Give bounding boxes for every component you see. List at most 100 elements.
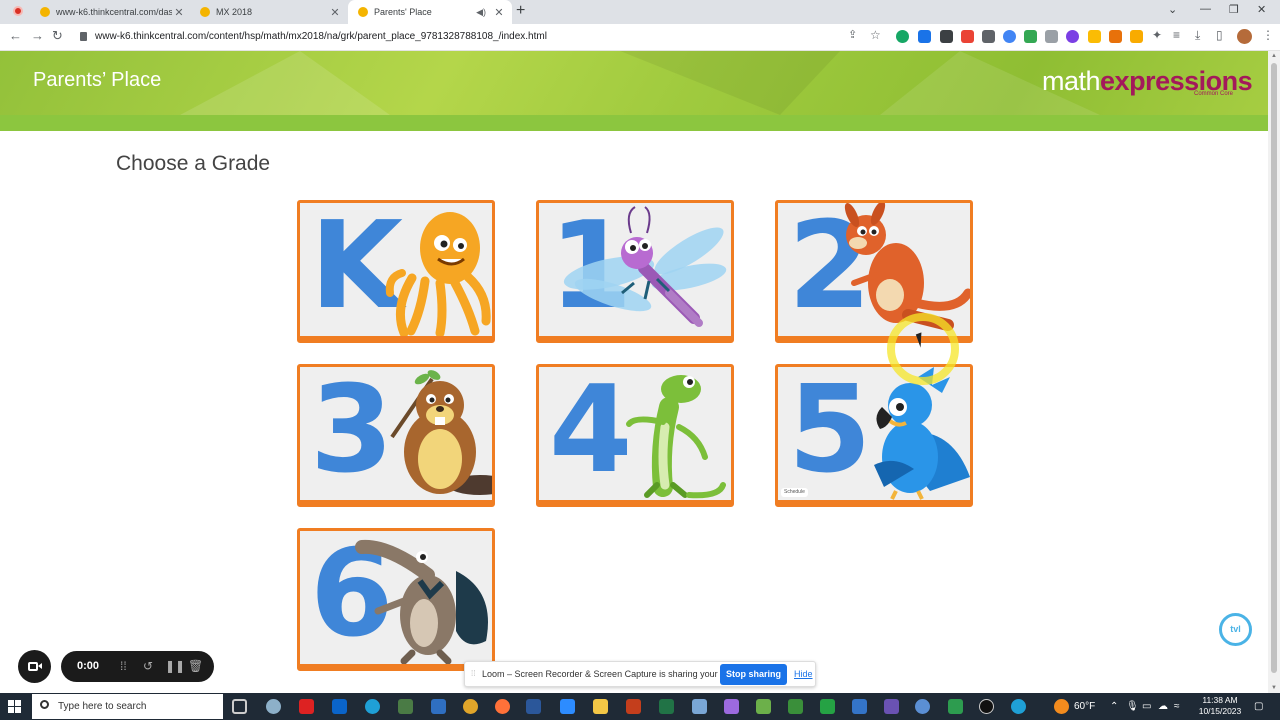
- extension-icon[interactable]: [918, 30, 931, 43]
- close-window-button[interactable]: ✕: [1257, 3, 1266, 16]
- side-panel-icon[interactable]: ▯: [1216, 28, 1223, 42]
- extension-icon[interactable]: [1088, 30, 1101, 43]
- taskbar-app-icon[interactable]: [266, 699, 281, 714]
- close-icon[interactable]: ✕: [328, 6, 342, 19]
- reading-list-icon[interactable]: ≡: [1173, 28, 1180, 42]
- browser-tab-mx2018[interactable]: MX 2018 ✕: [190, 0, 348, 24]
- taskbar-app-icon[interactable]: [820, 699, 835, 714]
- browser-tab-dashboard[interactable]: www-k6.thinkcentral.com/dashb ✕: [30, 0, 192, 24]
- taskbar-app-icon[interactable]: [884, 699, 899, 714]
- scroll-down-icon[interactable]: ▼: [1271, 685, 1277, 691]
- address-bar: ← → ↻ www-k6.thinkcentral.com/content/hs…: [0, 24, 1280, 51]
- task-view-icon[interactable]: [232, 699, 247, 714]
- new-tab-button[interactable]: +: [516, 2, 525, 20]
- extension-icon[interactable]: [1066, 30, 1079, 43]
- hide-link[interactable]: Hide: [794, 669, 813, 679]
- extension-icon[interactable]: [1045, 30, 1058, 43]
- grade-card-6[interactable]: 6: [297, 528, 495, 671]
- clock-time: 11:38 AM: [1202, 695, 1238, 705]
- clock-date: 10/15/2023: [1198, 706, 1242, 716]
- zoom-icon[interactable]: [560, 699, 575, 714]
- edge-icon[interactable]: [365, 699, 380, 714]
- restart-icon[interactable]: ↺: [143, 659, 153, 673]
- extension-grammarly-icon[interactable]: [896, 30, 909, 43]
- tab-search-icon[interactable]: ⌄: [1168, 3, 1177, 16]
- extension-icon[interactable]: [1109, 30, 1122, 43]
- outlook-icon[interactable]: [332, 699, 347, 714]
- back-button[interactable]: ←: [9, 28, 22, 43]
- taskbar-app-icon[interactable]: [724, 699, 739, 714]
- grade-card-4[interactable]: 4: [536, 364, 734, 507]
- reload-button[interactable]: ↻: [52, 28, 63, 44]
- restore-button[interactable]: ❐: [1229, 3, 1239, 16]
- grade-card-3[interactable]: 3: [297, 364, 495, 507]
- grade-card-1[interactable]: 1: [536, 200, 734, 343]
- delete-icon[interactable]: 🗑: [188, 659, 203, 673]
- page-scrollbar[interactable]: ▲ ▼: [1268, 51, 1280, 693]
- wifi-icon[interactable]: ≈: [1174, 701, 1180, 712]
- taskbar-app-icon[interactable]: [756, 699, 771, 714]
- grid-icon[interactable]: ⁞⁞: [120, 659, 127, 673]
- notifications-icon[interactable]: ▢: [1254, 701, 1263, 712]
- close-icon[interactable]: ✕: [492, 6, 506, 19]
- url-field[interactable]: www-k6.thinkcentral.com/content/hsp/math…: [95, 31, 547, 42]
- tray-chevron-icon[interactable]: ⌃: [1110, 701, 1118, 712]
- extension-icon[interactable]: [982, 30, 995, 43]
- windows-start-icon[interactable]: [8, 700, 21, 713]
- taskbar-app-icon[interactable]: [915, 699, 930, 714]
- taskbar-clock[interactable]: 11:38 AM 10/15/2023: [1194, 695, 1246, 717]
- extension-icon[interactable]: [940, 30, 953, 43]
- file-explorer-icon[interactable]: [593, 699, 608, 714]
- edge-icon[interactable]: [1011, 699, 1026, 714]
- acrobat-icon[interactable]: [299, 699, 314, 714]
- scrollbar-thumb[interactable]: [1271, 63, 1277, 673]
- taskbar-app-icon[interactable]: [979, 699, 994, 714]
- firefox-icon[interactable]: [495, 699, 510, 714]
- taskbar-search-box[interactable]: Type here to search: [32, 694, 223, 719]
- extension-icon[interactable]: [961, 30, 974, 43]
- extension-icon[interactable]: [1130, 30, 1143, 43]
- grade-card-5[interactable]: 5 Schedule: [775, 364, 973, 507]
- windows-taskbar: Type here to search 60°F ⌃ 🎙 ▭ ☁ ≈ 11:38…: [0, 693, 1280, 720]
- scroll-up-icon[interactable]: ▲: [1271, 53, 1277, 59]
- extension-icon[interactable]: [1003, 30, 1016, 43]
- browser-menu-icon[interactable]: ⋮: [1262, 28, 1274, 42]
- schedule-badge[interactable]: Schedule: [781, 488, 808, 497]
- powerpoint-icon[interactable]: [626, 699, 641, 714]
- stop-sharing-button[interactable]: Stop sharing: [720, 664, 787, 685]
- forward-button[interactable]: →: [31, 28, 44, 43]
- taskbar-app-icon[interactable]: [788, 699, 803, 714]
- beaver-illustration: [390, 370, 492, 495]
- extension-icon[interactable]: [1024, 30, 1037, 43]
- share-icon[interactable]: ⇪: [848, 28, 857, 41]
- tray-app-icon[interactable]: ▭: [1142, 701, 1151, 712]
- camera-icon: [28, 662, 38, 671]
- mail-icon[interactable]: [431, 699, 446, 714]
- lock-icon[interactable]: [80, 32, 87, 41]
- screen-share-notification: ⁞⁞ Loom – Screen Recorder & Screen Captu…: [464, 661, 816, 687]
- weather-temperature[interactable]: 60°F: [1074, 701, 1095, 712]
- loom-camera-button[interactable]: [18, 650, 51, 683]
- profile-avatar[interactable]: [1237, 29, 1252, 44]
- weather-icon[interactable]: [1054, 699, 1069, 714]
- help-widget-button[interactable]: tvl: [1219, 613, 1252, 646]
- chrome-icon[interactable]: [463, 699, 478, 714]
- browser-tab-parents-place[interactable]: Parents' Place ◀) ✕: [348, 0, 512, 24]
- microphone-icon[interactable]: 🎙: [1126, 701, 1139, 712]
- drag-handle-icon[interactable]: ⁞⁞: [471, 669, 475, 678]
- minimize-button[interactable]: —: [1200, 3, 1211, 15]
- close-icon[interactable]: ✕: [172, 6, 186, 19]
- taskbar-app-icon[interactable]: [852, 699, 867, 714]
- excel-icon[interactable]: [659, 699, 674, 714]
- download-icon[interactable]: ⤓: [1195, 28, 1200, 43]
- extensions-puzzle-icon[interactable]: ✦: [1152, 28, 1162, 42]
- onedrive-icon[interactable]: ☁: [1158, 701, 1168, 712]
- taskbar-app-icon[interactable]: [692, 699, 707, 714]
- speaker-icon[interactable]: ◀): [476, 7, 486, 18]
- bookmark-star-icon[interactable]: ☆: [870, 28, 881, 42]
- pause-icon[interactable]: ❚❚: [165, 659, 185, 673]
- grade-card-k[interactable]: K: [297, 200, 495, 343]
- word-icon[interactable]: [526, 699, 541, 714]
- taskbar-app-icon[interactable]: [948, 699, 963, 714]
- store-icon[interactable]: [398, 699, 413, 714]
